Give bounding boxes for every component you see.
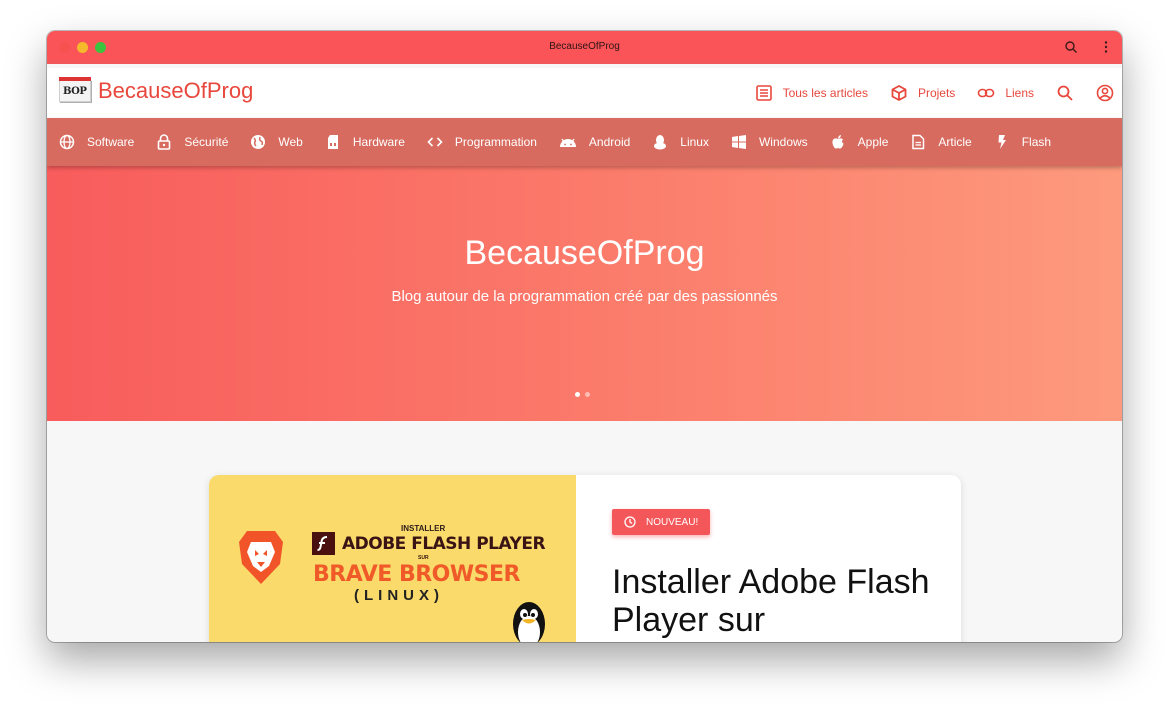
category-securite[interactable]: Sécurité <box>156 134 228 150</box>
new-badge: NOUVEAU! <box>612 509 711 535</box>
lightning-icon <box>998 135 1006 149</box>
article-thumbnail[interactable]: INSTALLER ADOBE FLASH PLAYER SUR BRAVE B… <box>209 475 576 642</box>
cube-icon <box>891 84 907 102</box>
category-bar: Software Sécurité Web Hardware Programma… <box>47 118 1122 166</box>
carousel-dot-1[interactable] <box>575 392 580 397</box>
category-hardware[interactable]: Hardware <box>325 134 405 150</box>
category-label: Windows <box>758 135 808 149</box>
thumbnail-text-installer: INSTALLER <box>401 524 446 533</box>
category-label: Software <box>87 135 135 149</box>
hero-subtitle: Blog autour de la programmation créé par… <box>391 288 778 305</box>
badge-label: NOUVEAU! <box>646 516 699 528</box>
category-label: Article <box>938 135 972 149</box>
link-icon <box>978 88 995 98</box>
top-nav: Tous les articles Projets Liens <box>733 68 1114 118</box>
sd-card-icon <box>327 135 338 149</box>
nav-liens[interactable]: Liens <box>977 84 1034 102</box>
thumbnail-text-sur: SUR <box>418 555 429 561</box>
tux-penguin-icon <box>513 602 545 642</box>
tux-icon <box>654 135 667 150</box>
category-software[interactable]: Software <box>59 134 134 150</box>
nav-projets[interactable]: Projets <box>890 84 955 102</box>
site-brand[interactable]: BecauseOfProg <box>98 78 253 104</box>
logo-text: BOP <box>63 86 87 97</box>
account-circle-icon <box>1096 84 1114 102</box>
category-apple[interactable]: Apple <box>830 134 889 150</box>
hero-banner: BecauseOfProg Blog autour de la programm… <box>47 166 1122 421</box>
category-web[interactable]: Web <box>250 134 303 150</box>
category-label: Apple <box>857 135 889 149</box>
window-title: BecauseOfProg <box>549 41 620 52</box>
category-label: Programmation <box>454 135 537 149</box>
search-icon <box>1057 85 1073 101</box>
nav-label: Projets <box>917 86 956 100</box>
category-android[interactable]: Android <box>559 134 630 150</box>
document-icon <box>912 134 925 150</box>
clock-icon <box>624 516 636 528</box>
category-label: Web <box>278 135 303 149</box>
category-flash[interactable]: Flash <box>994 134 1051 150</box>
windows-icon <box>731 135 746 149</box>
carousel-dot-2[interactable] <box>585 392 590 397</box>
featured-article-card[interactable]: INSTALLER ADOBE FLASH PLAYER SUR BRAVE B… <box>209 475 961 642</box>
category-label: Hardware <box>352 135 405 149</box>
category-label: Android <box>588 135 631 149</box>
nav-label: Liens <box>1005 86 1034 100</box>
more-vert-icon[interactable] <box>1102 40 1110 54</box>
category-article[interactable]: Article <box>910 134 972 150</box>
hero-title: BecauseOfProg <box>464 234 705 272</box>
app-bar: BOP BecauseOfProg Tous les articles Proj… <box>47 68 1122 118</box>
newspaper-icon <box>755 85 772 101</box>
nav-label: Tous les articles <box>782 86 868 100</box>
code-brackets-icon <box>427 137 443 147</box>
brave-lion-icon <box>239 531 283 584</box>
lock-icon <box>158 134 171 150</box>
category-linux[interactable]: Linux <box>652 134 709 150</box>
apple-icon <box>832 135 844 149</box>
carousel-indicators <box>575 392 595 397</box>
thumbnail-text-platform: (LINUX) <box>354 587 444 604</box>
thumbnail-text-product: ADOBE FLASH PLAYER <box>342 534 546 554</box>
article-title[interactable]: Installer Adobe Flash Player sur <box>612 563 932 639</box>
site-search-button[interactable] <box>1056 84 1074 102</box>
globe-grid-icon <box>59 134 75 150</box>
category-label: Linux <box>680 135 709 149</box>
category-label: Sécurité <box>184 135 229 149</box>
nav-tous-les-articles[interactable]: Tous les articles <box>755 84 868 102</box>
android-icon <box>559 138 576 147</box>
category-windows[interactable]: Windows <box>731 134 808 150</box>
thumbnail-text-browser: BRAVE BROWSER <box>313 562 520 587</box>
category-programmation[interactable]: Programmation <box>427 134 537 150</box>
site-logo[interactable]: BOP <box>59 77 91 102</box>
search-icon[interactable] <box>1064 40 1078 54</box>
title-bar: BecauseOfProg <box>47 31 1122 64</box>
account-button[interactable] <box>1096 84 1114 102</box>
category-label: Flash <box>1021 135 1052 149</box>
earth-icon <box>251 135 266 149</box>
browser-window: BecauseOfProg BOP BecauseOfProg Tous les… <box>47 31 1122 642</box>
flash-logo-icon <box>312 532 335 555</box>
